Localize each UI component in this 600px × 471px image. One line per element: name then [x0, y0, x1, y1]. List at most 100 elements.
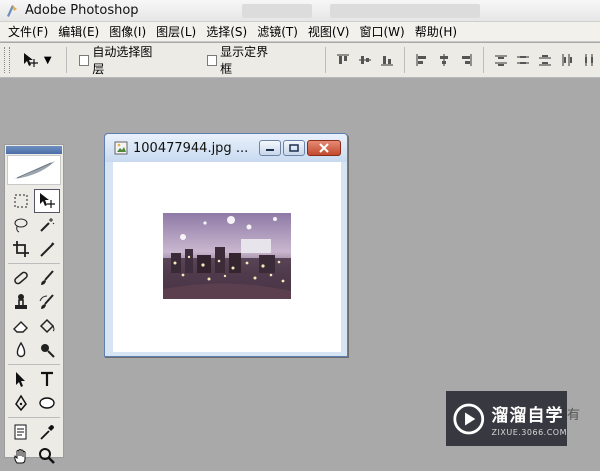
- lasso-tool[interactable]: [8, 213, 34, 237]
- pen-icon: [15, 394, 27, 412]
- divider: [8, 263, 60, 264]
- distribute-vertical-center-icon[interactable]: [516, 53, 530, 67]
- rectangle-marquee-icon: [14, 194, 28, 208]
- feather-icon: [13, 161, 55, 179]
- menu-item[interactable]: 视图(V): [304, 22, 356, 42]
- hand-tool[interactable]: [8, 444, 34, 468]
- paint-bucket-icon: [39, 318, 55, 334]
- distribute-top-icon[interactable]: [494, 53, 508, 67]
- document-titlebar[interactable]: 100477944.jpg ...: [105, 134, 347, 162]
- watermark-main: 溜溜自学: [491, 405, 564, 426]
- type-icon: [41, 371, 53, 386]
- app-title: Adobe Photoshop: [25, 3, 139, 18]
- healing-brush-tool[interactable]: [8, 266, 34, 290]
- dodge-tool[interactable]: [34, 338, 60, 362]
- menu-bar: 文件(F) 编辑(E) 图像(I) 图层(L) 选择(S) 滤镜(T) 视图(V) 窗口(W)…: [0, 22, 600, 42]
- align-buttons: [332, 47, 600, 73]
- city-night-photo[interactable]: [163, 213, 291, 299]
- brush-icon: [41, 270, 54, 285]
- clone-stamp-tool[interactable]: [8, 290, 34, 314]
- adobe-feather-logo[interactable]: [7, 155, 61, 185]
- toolbox-header[interactable]: [6, 146, 62, 154]
- blur-tool[interactable]: [8, 338, 34, 362]
- divider: [325, 47, 326, 73]
- magic-wand-tool[interactable]: [34, 213, 60, 237]
- document-window[interactable]: 100477944.jpg ...: [104, 133, 348, 357]
- pen-tool[interactable]: [8, 391, 34, 415]
- stamp-icon: [15, 294, 27, 309]
- align-horizontal-center-icon[interactable]: [437, 53, 451, 67]
- menu-item[interactable]: 帮助(H): [411, 22, 463, 42]
- maximize-button[interactable]: [283, 140, 305, 156]
- watermark-badge: 溜溜自学 ZIXUE.3066.COM: [446, 391, 567, 446]
- eraser-icon: [13, 321, 28, 333]
- crop-tool[interactable]: [8, 237, 34, 261]
- show-bounding-box-checkbox[interactable]: 显示定界框: [206, 43, 277, 77]
- checkbox-box[interactable]: [206, 54, 218, 66]
- slice-tool[interactable]: [34, 237, 60, 261]
- play-logo-icon: [453, 403, 485, 434]
- eyedropper-tool[interactable]: [34, 420, 60, 444]
- menu-item[interactable]: 图层(L): [152, 22, 202, 42]
- paint-bucket-tool[interactable]: [34, 314, 60, 338]
- tool-preset-picker[interactable]: ▼: [22, 52, 60, 68]
- eyedropper-slice-icon: [40, 242, 55, 257]
- close-icon: [319, 143, 329, 153]
- align-bottom-icon[interactable]: [380, 53, 394, 67]
- align-right-icon[interactable]: [459, 53, 473, 67]
- show-bounding-box-label: 显示定界框: [220, 45, 269, 76]
- move-tool-icon: [23, 53, 38, 67]
- checkbox-box[interactable]: [78, 54, 90, 66]
- app-titlebar: Adobe Photoshop: [0, 0, 600, 22]
- brush-tool[interactable]: [34, 266, 60, 290]
- zoom-tool[interactable]: [34, 444, 60, 468]
- watermark-edge-text: 有: [567, 408, 581, 423]
- crop-icon: [13, 241, 29, 257]
- arrow-pointer-icon: [16, 372, 25, 387]
- path-selection-tool[interactable]: [8, 367, 34, 391]
- tool-grid: [5, 186, 63, 471]
- distribute-left-icon[interactable]: [560, 53, 574, 67]
- document-canvas[interactable]: [113, 162, 341, 352]
- toolbox-panel: [4, 144, 64, 464]
- magic-wand-icon: [40, 218, 55, 232]
- minimize-button[interactable]: [259, 140, 281, 156]
- watermark-sub: ZIXUE.3066.COM: [491, 427, 567, 437]
- close-button[interactable]: [307, 140, 341, 156]
- divider: [483, 47, 484, 73]
- divider: [8, 417, 60, 418]
- type-tool[interactable]: [34, 367, 60, 391]
- notes-tool[interactable]: [8, 420, 34, 444]
- photoshop-app-icon: [7, 4, 17, 17]
- menu-item[interactable]: 选择(S): [202, 22, 253, 42]
- menu-item[interactable]: 窗口(W): [355, 22, 410, 42]
- menu-item[interactable]: 文件(F): [4, 22, 54, 42]
- dodge-icon: [41, 344, 55, 358]
- align-vertical-center-icon[interactable]: [358, 53, 372, 67]
- options-bar-grip[interactable]: [4, 47, 10, 73]
- auto-select-layer-checkbox[interactable]: 自动选择图层: [78, 43, 161, 77]
- blurred-region: [330, 4, 480, 18]
- divider: [8, 364, 60, 365]
- eraser-tool[interactable]: [8, 314, 34, 338]
- align-left-icon[interactable]: [415, 53, 429, 67]
- minimize-icon: [266, 149, 274, 151]
- align-top-icon[interactable]: [336, 53, 350, 67]
- document-title: 100477944.jpg ...: [133, 140, 249, 156]
- menu-item[interactable]: 图像(I): [105, 22, 152, 42]
- maximize-icon: [289, 144, 299, 152]
- marquee-tool[interactable]: [8, 189, 34, 213]
- distribute-horizontal-center-icon[interactable]: [582, 53, 596, 67]
- move-tool-icon: [40, 193, 55, 208]
- menu-item[interactable]: 滤镜(T): [253, 22, 304, 42]
- blurred-region: [242, 4, 312, 18]
- bandage-icon: [14, 271, 28, 285]
- options-bar: ▼ 自动选择图层 显示定界框: [0, 43, 600, 78]
- distribute-bottom-icon[interactable]: [538, 53, 552, 67]
- magnifier-icon: [39, 448, 55, 464]
- menu-item[interactable]: 编辑(E): [54, 22, 105, 42]
- history-brush-tool[interactable]: [34, 290, 60, 314]
- hand-icon: [14, 449, 26, 464]
- shape-tool[interactable]: [34, 391, 60, 415]
- move-tool[interactable]: [34, 189, 60, 213]
